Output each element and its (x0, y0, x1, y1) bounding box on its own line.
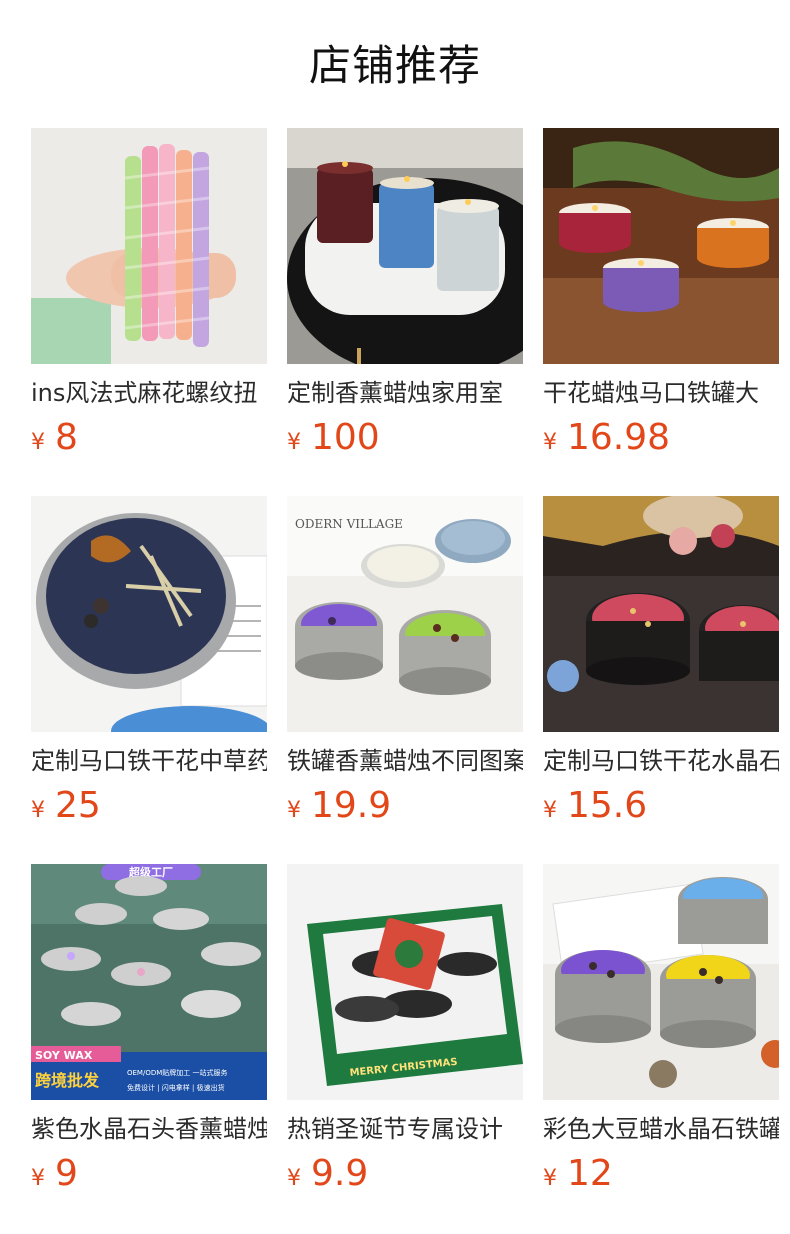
price-row: ¥ 25 (31, 786, 267, 826)
product-image-soy-crystal-tins[interactable] (543, 864, 779, 1100)
currency-symbol: ¥ (543, 430, 557, 455)
twisted-candles-photo (31, 128, 267, 364)
product-card[interactable]: MERRY CHRISTMAS 热销圣诞节专属设计 ¥ 9.9 (287, 864, 523, 1194)
oem-text: OEM/ODM贴牌加工 一站式服务 (127, 1068, 228, 1077)
product-image-rose-tins[interactable] (543, 496, 779, 732)
product-grid: ins风法式麻花螺纹扭 ¥ 8 定制香薰蜡烛家用室 ¥ 100 干花蜡烛马口铁罐… (31, 128, 783, 1194)
currency-symbol: ¥ (31, 1166, 45, 1191)
service-text: 免费设计 | 闪电拿样 | 极速出货 (127, 1083, 225, 1092)
product-card[interactable]: 定制马口铁干花中草药 ¥ 25 (31, 496, 267, 826)
product-price: 25 (55, 785, 101, 826)
colorful-tins-photo: ODERN VILLAGE (287, 496, 523, 732)
product-title[interactable]: 干花蜡烛马口铁罐大 (543, 378, 779, 408)
currency-symbol: ¥ (543, 798, 557, 823)
product-title[interactable]: 彩色大豆蜡水晶石铁罐 (543, 1114, 779, 1144)
product-image-christmas-box[interactable]: MERRY CHRISTMAS (287, 864, 523, 1100)
product-price: 16.98 (567, 417, 671, 458)
product-title[interactable]: 紫色水晶石头香薰蜡烛 (31, 1114, 267, 1144)
tin-candles-wood-photo (543, 128, 779, 364)
product-price: 15.6 (567, 785, 648, 826)
price-row: ¥ 16.98 (543, 418, 779, 458)
soy-crystal-tins-photo (543, 864, 779, 1100)
page-title: 店铺推荐 (308, 41, 481, 90)
currency-symbol: ¥ (287, 1166, 301, 1191)
product-title[interactable]: 热销圣诞节专属设计 (287, 1114, 523, 1144)
product-image-crystal-tins[interactable]: 超级工厂 SOY WAX 跨境批发 OEM/ODM贴牌加工 一站式服务 免费设计… (31, 864, 267, 1100)
product-image-tin-candles-wood[interactable] (543, 128, 779, 364)
store-recommendations-page: 店铺推荐 ins风法式麻花螺纹扭 ¥ 8 定制香薰蜡烛家用室 ¥ 100 干花蜡… (0, 0, 790, 1234)
product-image-jar-candles[interactable] (287, 128, 523, 364)
price-row: ¥ 12 (543, 1154, 779, 1194)
currency-symbol: ¥ (31, 798, 45, 823)
currency-symbol: ¥ (31, 430, 45, 455)
currency-symbol: ¥ (287, 430, 301, 455)
jar-candles-photo (287, 128, 523, 364)
price-row: ¥ 9.9 (287, 1154, 523, 1194)
product-card[interactable]: 超级工厂 SOY WAX 跨境批发 OEM/ODM贴牌加工 一站式服务 免费设计… (31, 864, 267, 1194)
christmas-box-photo: MERRY CHRISTMAS (287, 864, 523, 1100)
herbal-tin-photo (31, 496, 267, 732)
svg-text:ODERN VILLAGE: ODERN VILLAGE (295, 517, 403, 531)
price-row: ¥ 9 (31, 1154, 267, 1194)
product-card[interactable]: ODERN VILLAGE 铁罐香薰蜡烛不同图案 ¥ 19.9 (287, 496, 523, 826)
currency-symbol: ¥ (287, 798, 301, 823)
wholesale-text: 跨境批发 (35, 1071, 100, 1090)
product-title[interactable]: ins风法式麻花螺纹扭 (31, 378, 267, 408)
rose-tins-photo (543, 496, 779, 732)
product-card[interactable]: 定制马口铁干花水晶石 ¥ 15.6 (543, 496, 779, 826)
product-title[interactable]: 铁罐香薰蜡烛不同图案 (287, 746, 523, 776)
product-card[interactable]: 彩色大豆蜡水晶石铁罐 ¥ 12 (543, 864, 779, 1194)
product-price: 100 (311, 417, 380, 458)
product-card[interactable]: 干花蜡烛马口铁罐大 ¥ 16.98 (543, 128, 779, 458)
soy-wax-text: SOY WAX (35, 1049, 93, 1062)
price-row: ¥ 8 (31, 418, 267, 458)
product-card[interactable]: 定制香薰蜡烛家用室 ¥ 100 (287, 128, 523, 458)
product-image-twisted-candles[interactable] (31, 128, 267, 364)
price-row: ¥ 15.6 (543, 786, 779, 826)
price-row: ¥ 19.9 (287, 786, 523, 826)
product-price: 9.9 (311, 1153, 369, 1194)
product-image-colorful-tins[interactable]: ODERN VILLAGE (287, 496, 523, 732)
product-price: 8 (55, 417, 78, 458)
product-image-herbal-tin[interactable] (31, 496, 267, 732)
price-row: ¥ 100 (287, 418, 523, 458)
product-price: 19.9 (311, 785, 392, 826)
crystal-tins-photo: 超级工厂 SOY WAX 跨境批发 OEM/ODM贴牌加工 一站式服务 免费设计… (31, 864, 267, 1100)
product-title[interactable]: 定制马口铁干花中草药 (31, 746, 267, 776)
product-card[interactable]: ins风法式麻花螺纹扭 ¥ 8 (31, 128, 267, 458)
product-price: 12 (567, 1153, 613, 1194)
product-title[interactable]: 定制马口铁干花水晶石 (543, 746, 779, 776)
product-title[interactable]: 定制香薰蜡烛家用室 (287, 378, 523, 408)
product-price: 9 (55, 1153, 78, 1194)
currency-symbol: ¥ (543, 1166, 557, 1191)
